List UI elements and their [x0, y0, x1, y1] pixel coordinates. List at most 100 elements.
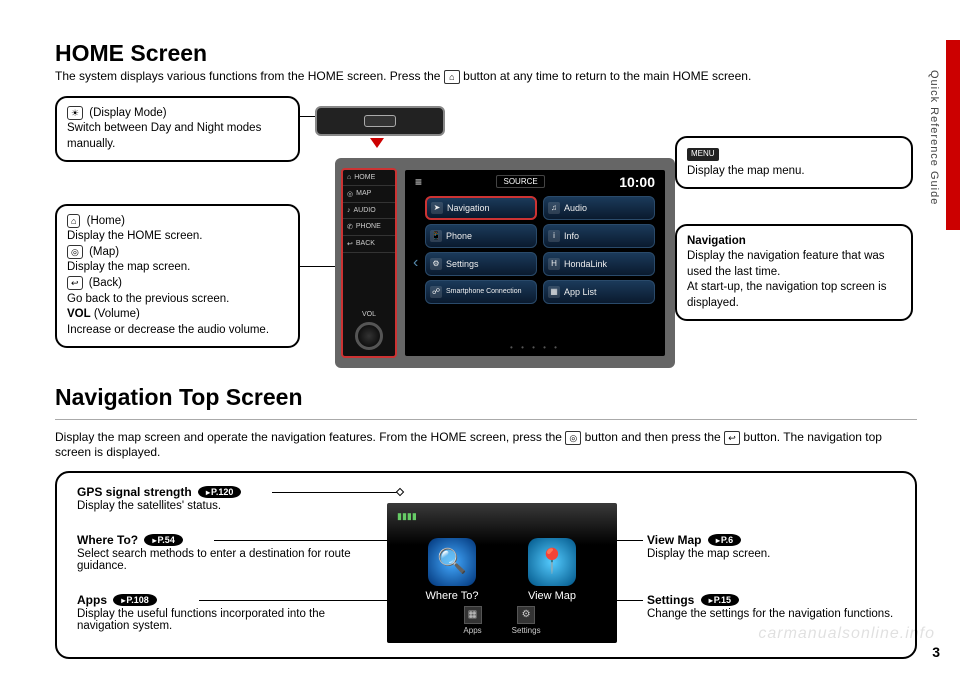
- nav-top-screen-device: ▮▮▮▮ 🔍 Where To? 📍 View Map ▦ Apps ⚙: [387, 503, 617, 643]
- grid-icon: ▦: [548, 286, 560, 298]
- leader-line: [272, 492, 400, 493]
- where-desc: Select search methods to enter a destina…: [77, 548, 377, 572]
- apps-button[interactable]: ▦ Apps: [463, 606, 481, 635]
- phone-icon: 📱: [430, 230, 442, 242]
- clock: 10:00: [619, 174, 655, 190]
- item-where: Where To? P.54 Select search methods to …: [77, 533, 377, 572]
- source-button[interactable]: SOURCE: [496, 175, 544, 188]
- page-ref: P.120: [198, 486, 241, 498]
- back-icon: ↩: [724, 431, 740, 445]
- device-left-panel: ⌂HOME ◎MAP ♪AUDIO ✆PHONE ↩BACK VOL: [341, 168, 397, 358]
- page-ref: P.108: [113, 594, 156, 606]
- vol-label: VOL: [67, 308, 91, 320]
- item-gps: GPS signal strength P.120 Display the sa…: [77, 485, 377, 512]
- settings-desc: Change the settings for the navigation f…: [647, 608, 907, 620]
- device-screen: ≡ SOURCE 10:00 ‹ ➤Navigation ♫Audio 📱Pho…: [405, 170, 665, 356]
- nav-l2: At start-up, the navigation top screen i…: [687, 281, 886, 309]
- side-label: Quick Reference Guide: [928, 70, 940, 205]
- gps-signal-icon[interactable]: ▮▮▮▮: [397, 511, 417, 522]
- infotainment-device: ⌂HOME ◎MAP ♪AUDIO ✆PHONE ↩BACK VOL ≡ SOU…: [335, 158, 675, 368]
- nav-intro-a: Display the map screen and operate the n…: [55, 430, 565, 444]
- home-intro-a: The system displays various functions fr…: [55, 69, 444, 83]
- hw-button-phone[interactable]: ✆PHONE: [343, 219, 395, 236]
- tile-phone[interactable]: 📱Phone: [425, 224, 537, 248]
- back-text: Go back to the previous screen.: [67, 293, 229, 305]
- back-label: (Back): [89, 277, 122, 289]
- gps-title: GPS signal strength: [77, 485, 192, 499]
- tile-smartphone[interactable]: ☍Smartphone Connection: [425, 280, 537, 304]
- view-desc: Display the map screen.: [647, 548, 907, 560]
- back-icon: ↩: [67, 276, 83, 290]
- heading-home-screen: HOME Screen: [55, 40, 917, 67]
- hw-button-audio[interactable]: ♪AUDIO: [343, 203, 395, 219]
- divider: [55, 419, 917, 420]
- apps-icon: ▦: [464, 606, 482, 624]
- hw-button-home[interactable]: ⌂HOME: [343, 170, 395, 186]
- apps-title: Apps: [77, 593, 107, 607]
- tile-settings[interactable]: ⚙Settings: [425, 252, 537, 276]
- pointer-arrow: [370, 138, 384, 148]
- link-icon: H: [548, 258, 560, 270]
- tile-navigation[interactable]: ➤Navigation: [425, 196, 537, 220]
- volume-knob[interactable]: [355, 322, 383, 350]
- settings-label: Settings: [512, 626, 541, 635]
- settings-title: Settings: [647, 593, 694, 607]
- tile-applist[interactable]: ▦App List: [543, 280, 655, 304]
- tile-audio[interactable]: ♫Audio: [543, 196, 655, 220]
- home-label: (Home): [87, 215, 125, 227]
- hw-button-back[interactable]: ↩BACK: [343, 236, 395, 253]
- page-number: 3: [932, 644, 940, 660]
- leader-line: [300, 266, 337, 267]
- home-icon: ⌂: [67, 214, 80, 228]
- hw-button-map[interactable]: ◎MAP: [343, 186, 395, 203]
- chevron-left-icon[interactable]: ‹: [413, 254, 418, 272]
- view-title: View Map: [647, 533, 701, 547]
- page-ref: P.15: [701, 594, 739, 606]
- vol-paren: (Volume): [94, 308, 140, 320]
- page-ref: P.54: [144, 534, 182, 546]
- menu-text: Display the map menu.: [687, 165, 805, 177]
- vol-label: VOL: [343, 311, 395, 318]
- item-view-map: View Map P.6 Display the map screen.: [647, 533, 907, 560]
- leader-diamond: [396, 487, 404, 495]
- apps-desc: Display the useful functions incorporate…: [77, 608, 377, 632]
- gps-desc: Display the satellites' status.: [77, 500, 377, 512]
- menu-badge: MENU: [687, 148, 719, 161]
- nav-intro-b: button and then press the: [585, 430, 724, 444]
- view-map-button[interactable]: 📍 View Map: [511, 538, 593, 602]
- map-label: (Map): [89, 246, 119, 258]
- brightness-icon: ☀: [67, 106, 83, 120]
- view-label: View Map: [528, 590, 576, 602]
- map-icon: ◎: [67, 245, 83, 259]
- callout-physical-buttons: ⌂ (Home) Display the HOME screen. ◎ (Map…: [55, 204, 300, 348]
- heading-nav-top: Navigation Top Screen: [55, 384, 917, 411]
- item-settings: Settings P.15 Change the settings for th…: [647, 593, 907, 620]
- nav-arrow-icon: ➤: [431, 202, 443, 214]
- info-icon: i: [548, 230, 560, 242]
- callout-navigation: Navigation Display the navigation featur…: [675, 224, 913, 322]
- gear-icon: ⚙: [430, 258, 442, 270]
- magnifier-icon: 🔍: [428, 538, 476, 586]
- apps-label: Apps: [463, 626, 481, 635]
- nav-l1: Display the navigation feature that was …: [687, 250, 885, 278]
- where-title: Where To?: [77, 533, 138, 547]
- where-to-button[interactable]: 🔍 Where To?: [411, 538, 493, 602]
- nav-title: Navigation: [687, 235, 746, 247]
- tile-info[interactable]: iInfo: [543, 224, 655, 248]
- home-text: Display the HOME screen.: [67, 230, 203, 242]
- map-text: Display the map screen.: [67, 261, 190, 273]
- where-label: Where To?: [426, 590, 479, 602]
- nav-intro: Display the map screen and operate the n…: [55, 430, 917, 459]
- callout-display-mode: ☀ (Display Mode) Switch between Day and …: [55, 96, 300, 163]
- gear-icon: ⚙: [517, 606, 535, 624]
- device-top-strip: [315, 106, 445, 136]
- tile-hondalink[interactable]: HHondaLink: [543, 252, 655, 276]
- home-icon: ⌂: [444, 70, 460, 84]
- music-icon: ♫: [548, 202, 560, 214]
- settings-button[interactable]: ⚙ Settings: [512, 606, 541, 635]
- display-mode-text: Switch between Day and Night modes manua…: [67, 122, 261, 150]
- page-dots: • • • • •: [405, 343, 665, 352]
- smartphone-icon: ☍: [430, 286, 442, 298]
- vol-text: Increase or decrease the audio volume.: [67, 324, 269, 336]
- menu-icon[interactable]: ≡: [415, 175, 422, 189]
